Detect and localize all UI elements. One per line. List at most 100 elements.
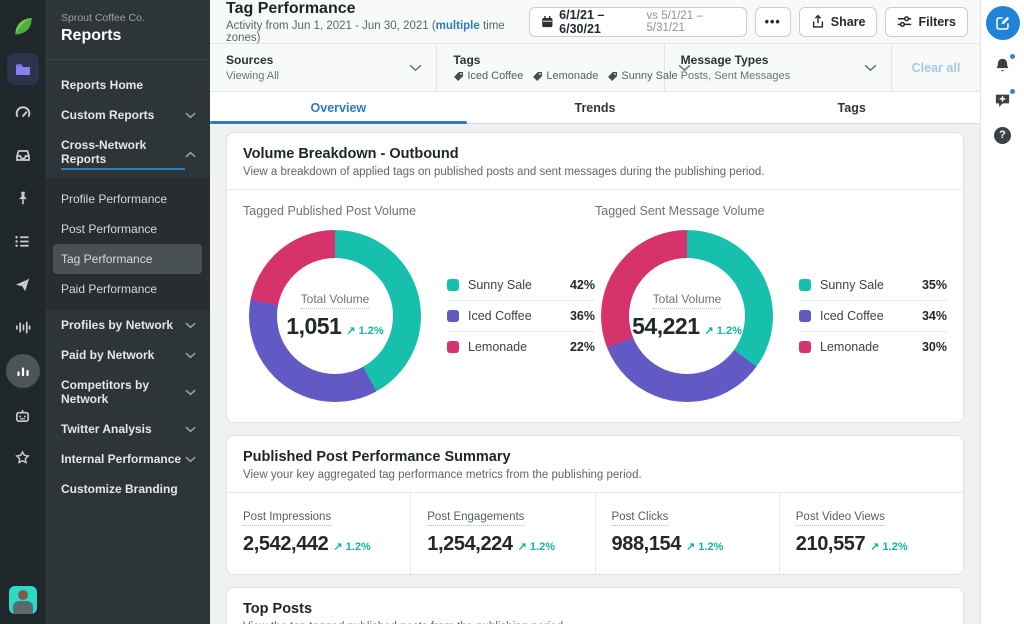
clear-all-button[interactable]: Clear all — [892, 44, 980, 91]
app-window: Sprout Coffee Co. Reports Reports Home C… — [0, 0, 1024, 624]
metric-label[interactable]: Post Clicks — [611, 511, 669, 526]
sidebar-item-reviews[interactable] — [7, 442, 39, 474]
sent-message-volume-donut[interactable]: Total Volume 54,221 ↗ 1.2% — [601, 230, 773, 402]
sidebar-item-publishing[interactable] — [7, 268, 39, 300]
metric-label[interactable]: Post Video Views — [795, 511, 885, 526]
legend-label: Lemonade — [820, 340, 880, 354]
tag-chips: Iced Coffee Lemonade Sunny Sale — [453, 70, 678, 82]
tag-chip: Lemonade — [532, 70, 598, 82]
sprout-logo[interactable] — [7, 10, 39, 42]
published-post-volume-chart: Tagged Published Post Volume Total Volum… — [243, 204, 595, 402]
sidebar-item-competitors-by-network[interactable]: Competitors by Network — [45, 370, 210, 414]
multiple-timezones-link[interactable]: multiple — [436, 20, 480, 32]
filters-button[interactable]: Filters — [885, 6, 968, 37]
sidebar-item-reports-home[interactable]: Reports Home — [45, 70, 210, 100]
tab-trends[interactable]: Trends — [467, 92, 724, 123]
report-content[interactable]: Volume Breakdown - Outbound View a break… — [210, 124, 980, 624]
nav-label: Customize Branding — [61, 482, 178, 496]
calendar-icon — [541, 15, 552, 27]
total-volume-row: 54,221 ↗ 1.2% — [632, 313, 742, 340]
user-avatar[interactable] — [8, 586, 37, 614]
sidebar-item-internal-performance[interactable]: Internal Performance — [45, 444, 210, 474]
sidebar-item-paid-by-network[interactable]: Paid by Network — [45, 340, 210, 370]
sources-filter[interactable]: Sources Viewing All — [210, 44, 438, 91]
feedback-badge — [1008, 88, 1016, 95]
sidebar-item-customize-branding[interactable]: Customize Branding — [45, 474, 210, 504]
metric-value-row: 2,542,442 ↗ 1.2% — [243, 533, 394, 556]
sidebar-item-feeds[interactable] — [7, 225, 39, 257]
tag-icon — [454, 71, 464, 81]
message-types-filter-text: Message Types Posts, Sent Messages — [681, 53, 790, 82]
sidebar-item-profile-performance[interactable]: Profile Performance — [45, 184, 210, 214]
sidebar-item-profiles-by-network[interactable]: Profiles by Network — [45, 310, 210, 340]
sidebar-item-inbox[interactable] — [7, 139, 39, 171]
metric-label[interactable]: Post Impressions — [243, 511, 332, 526]
inbox-icon — [15, 150, 30, 161]
nav-label: Reports Home — [61, 78, 144, 92]
bot-icon — [16, 409, 29, 422]
trend-delta: ↗ 1.2% — [705, 324, 742, 337]
published-post-volume-donut[interactable]: Total Volume 1,051 ↗ 1.2% — [249, 230, 421, 402]
metric-post-video-views: Post Video Views 210,557 ↗ 1.2% — [778, 493, 963, 574]
legend-percent: 36% — [569, 309, 595, 323]
sidebar-item-custom-reports[interactable]: Custom Reports — [45, 100, 210, 130]
chat-plus-icon — [995, 94, 1010, 107]
notifications-button[interactable] — [993, 53, 1016, 75]
chart-legend: Sunny Sale 42% Iced Coffee 36% Lemonade … — [447, 270, 595, 362]
star-badge-icon — [15, 449, 30, 464]
delta-value: 1.2% — [698, 541, 724, 553]
help-button[interactable]: ? — [993, 125, 1013, 145]
metric-strip: Post Impressions 2,542,442 ↗ 1.2% Post E… — [227, 493, 963, 574]
summary-card-subtitle: View your key aggregated tag performance… — [243, 469, 642, 481]
volume-card-title: Volume Breakdown - Outbound — [243, 146, 459, 162]
sidebar-item-reports-folder[interactable] — [6, 53, 39, 85]
legend-row: Sunny Sale 35% — [799, 270, 947, 301]
compose-button[interactable] — [985, 6, 1020, 40]
filters-label: Filters — [918, 14, 956, 29]
app-icon-rail — [0, 0, 45, 624]
trend-delta: ↗ 1.2% — [686, 540, 723, 553]
sidebar-item-automation[interactable] — [7, 399, 39, 431]
legend-percent: 34% — [921, 309, 947, 323]
donut-wrap: Total Volume 54,221 ↗ 1.2% Sunny Sale 35… — [595, 230, 947, 402]
nav-label: Competitors by Network — [61, 378, 150, 406]
sources-filter-title: Sources — [226, 53, 274, 67]
header-actions: 6/1/21 – 6/30/21 vs 5/1/21 – 5/31/21 •••… — [528, 6, 968, 37]
sent-message-volume-chart: Tagged Sent Message Volume Total Volume … — [595, 204, 947, 402]
volume-card-subtitle: View a breakdown of applied tags on publ… — [243, 166, 765, 178]
tags-filter[interactable]: Tags Iced Coffee Lemonade Sunny Sale — [437, 44, 691, 91]
tab-overview[interactable]: Overview — [210, 92, 467, 124]
sidebar-item-cross-network-reports[interactable]: Cross-Network Reports — [45, 130, 210, 178]
sidebar-item-twitter-analysis[interactable]: Twitter Analysis — [45, 414, 210, 444]
sidebar-item-dashboard[interactable] — [7, 96, 39, 128]
feedback-button[interactable] — [993, 88, 1016, 110]
sidebar-item-tag-performance[interactable]: Tag Performance — [53, 244, 202, 274]
summary-card-header: Published Post Performance Summary View … — [227, 436, 963, 493]
legend-label: Sunny Sale — [820, 278, 884, 292]
sidebar-item-post-performance[interactable]: Post Performance — [45, 214, 210, 244]
total-volume-label: Total Volume — [652, 292, 722, 309]
sidebar-item-listening[interactable] — [7, 311, 39, 343]
sidebar-item-reports-active[interactable] — [5, 354, 40, 388]
date-range-button[interactable]: 6/1/21 – 6/30/21 vs 5/1/21 – 5/31/21 — [528, 6, 747, 37]
page-header: Tag Performance Activity from Jun 1, 202… — [210, 0, 980, 44]
bar-chart-icon — [16, 367, 29, 377]
legend-swatch — [799, 341, 811, 353]
top-posts-title: Top Posts — [243, 601, 313, 617]
message-types-filter-value: Posts, Sent Messages — [680, 70, 791, 82]
more-options-button[interactable]: ••• — [754, 6, 791, 37]
company-name: Sprout Coffee Co. — [61, 12, 145, 24]
tab-tags[interactable]: Tags — [723, 92, 980, 123]
chart-subtitle: Tagged Published Post Volume — [243, 204, 417, 218]
metric-label[interactable]: Post Engagements — [427, 511, 525, 526]
compose-icon — [995, 16, 1009, 30]
donut-wrap: Total Volume 1,051 ↗ 1.2% Sunny Sale 42%… — [243, 230, 595, 402]
tag-chip: Iced Coffee — [453, 70, 523, 82]
sidebar-item-paid-performance[interactable]: Paid Performance — [45, 274, 210, 304]
sidebar-item-pinned[interactable] — [7, 182, 39, 214]
message-types-filter[interactable]: Message Types Posts, Sent Messages — [665, 44, 892, 91]
legend-percent: 35% — [921, 278, 947, 292]
share-button[interactable]: Share — [798, 6, 878, 37]
volume-card-header: Volume Breakdown - Outbound View a break… — [227, 133, 963, 190]
performance-summary-card: Published Post Performance Summary View … — [226, 435, 964, 575]
